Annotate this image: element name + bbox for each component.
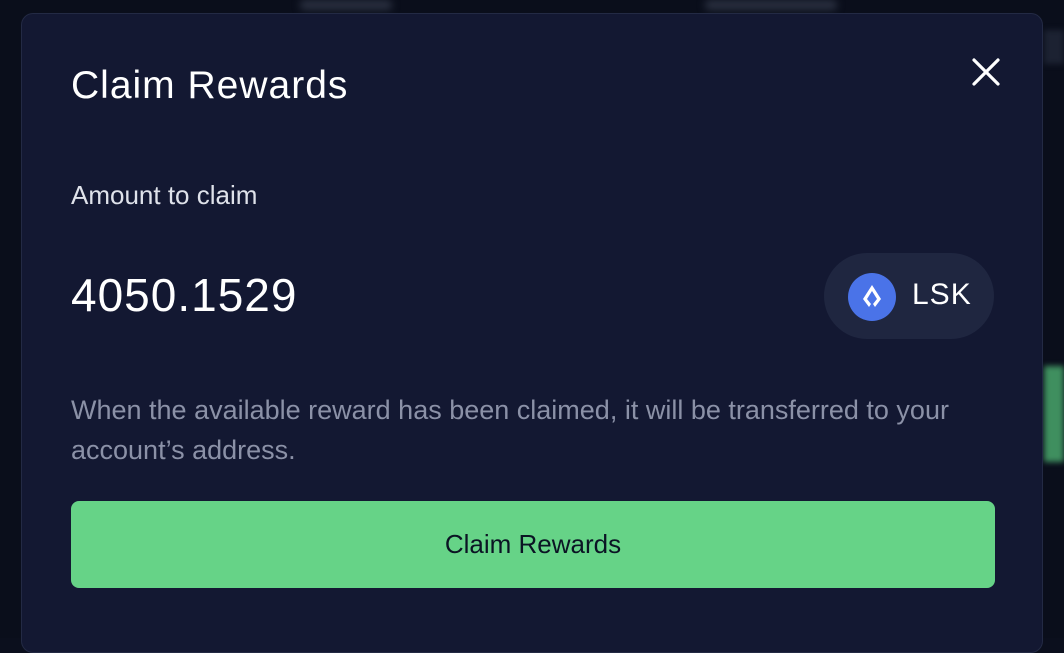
modal-title: Claim Rewards (71, 64, 349, 107)
close-button[interactable] (968, 54, 1004, 90)
background-blur (300, 0, 392, 10)
claim-rewards-modal: Claim Rewards Amount to claim 4050.1529 … (21, 13, 1043, 653)
amount-label: Amount to claim (71, 180, 258, 210)
close-icon (972, 58, 1000, 86)
token-symbol: LSK (912, 278, 972, 311)
background-blur (705, 0, 837, 10)
token-selector[interactable]: LSK (824, 253, 994, 339)
claim-rewards-button[interactable]: Claim Rewards (71, 501, 995, 588)
amount-value: 4050.1529 (71, 269, 298, 321)
background-blur (1044, 30, 1064, 64)
lisk-logo-icon (848, 273, 896, 321)
background-blur (1044, 366, 1064, 462)
info-text: When the available reward has been claim… (71, 395, 949, 465)
